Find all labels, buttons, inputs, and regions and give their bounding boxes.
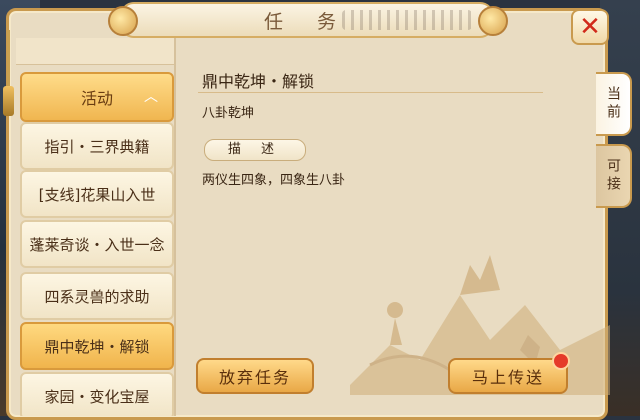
list-item[interactable]: 蓬莱奇谈・入世一念 [20, 220, 174, 268]
list-item-label: 家园・变化宝屋 [44, 387, 150, 406]
list-item-label: 鼎中乾坤・解锁 [44, 337, 150, 356]
list-item[interactable]: [支线]花果山入世 [20, 170, 174, 218]
tab-current[interactable]: 当前 [596, 72, 632, 136]
chevron-up-icon: ︿ [144, 89, 158, 105]
notification-dot-icon [552, 352, 570, 370]
list-item-selected[interactable]: 鼎中乾坤・解锁 [20, 322, 174, 370]
title-bar: 任 务 [120, 2, 494, 38]
category-label: 活动 [80, 89, 113, 108]
description-label: 描 述 [204, 139, 306, 161]
title-knob-left-icon [108, 6, 138, 36]
list-item-label: 指引・三界典籍 [44, 137, 150, 156]
quest-subtitle: 八卦乾坤 [202, 106, 255, 121]
list-item-label: [支线]花果山入世 [38, 185, 156, 204]
list-item-label: 蓬莱奇谈・入世一念 [29, 235, 165, 254]
close-icon: ✕ [579, 12, 601, 42]
task-list: 活动 ︿ 指引・三界典籍 [支线]花果山入世 蓬莱奇谈・入世一念 四系灵兽的求助… [16, 38, 176, 416]
list-item[interactable]: 四系灵兽的求助 [20, 272, 174, 320]
title-knob-right-icon [478, 6, 508, 36]
quest-description: 两仪生四象，四象生八卦 [202, 173, 346, 188]
close-button[interactable]: ✕ [571, 9, 609, 45]
list-item-label: 四系灵兽的求助 [44, 287, 150, 306]
list-item[interactable]: 家园・变化宝屋 [20, 372, 174, 416]
tassel-decoration-icon [2, 30, 16, 120]
task-list-top [16, 38, 174, 65]
tab-available[interactable]: 可接 [596, 144, 632, 208]
list-item[interactable]: 指引・三界典籍 [20, 122, 174, 170]
teleport-button[interactable]: 马上传送 [448, 358, 568, 394]
abandon-quest-button[interactable]: 放弃任务 [196, 358, 314, 394]
quest-details: 鼎中乾坤・解锁 八卦乾坤 描 述 两仪生四象，四象生八卦 [180, 50, 610, 410]
quest-title: 鼎中乾坤・解锁 [202, 72, 315, 91]
window-title: 任 务 [263, 11, 351, 33]
category-header[interactable]: 活动 ︿ [20, 72, 174, 122]
title-divider [198, 92, 543, 93]
